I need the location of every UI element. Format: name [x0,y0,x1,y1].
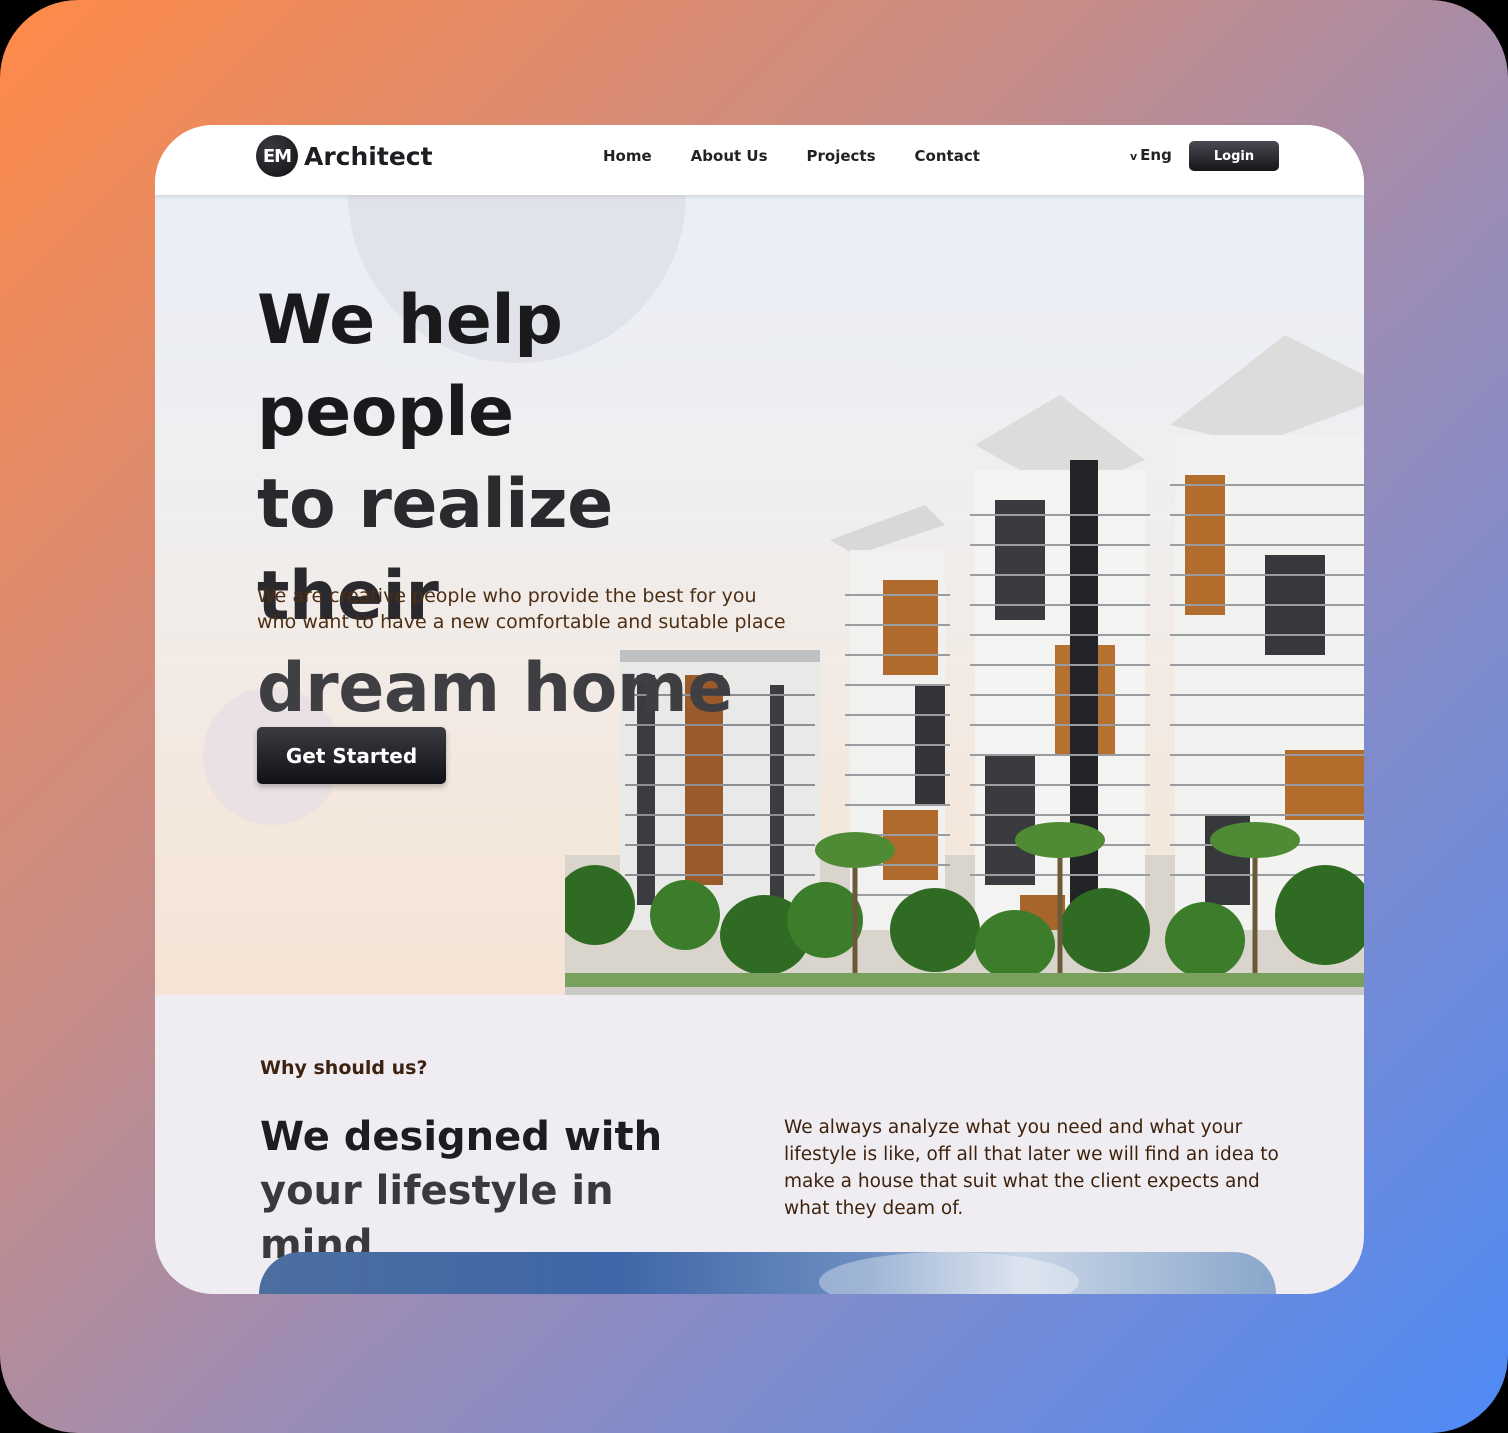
website-mockup: EM Architect Home About Us Projects Cont… [155,125,1364,1294]
hero-section: We help people to realize their dream ho… [155,195,1364,995]
main-nav: Home About Us Projects Contact [603,147,1019,165]
background-gradient: EM Architect Home About Us Projects Cont… [0,0,1508,1433]
sky-image [259,1252,1276,1294]
site-header: EM Architect Home About Us Projects Cont… [155,125,1364,195]
hero-headline: We help people to realize their dream ho… [257,275,817,735]
language-label: Eng [1140,146,1172,164]
headline-line-1: We help people [257,281,563,452]
nav-about-us[interactable]: About Us [691,147,768,165]
cloud-shape [819,1252,1079,1294]
logo[interactable]: EM Architect [256,134,433,178]
get-started-button[interactable]: Get Started [257,727,446,784]
logo-text: Architect [304,141,433,171]
section-title: We designed with your lifestyle in mind [260,1110,740,1272]
hero-subtitle: We are creative people who provide the b… [257,585,786,633]
section-description: We always analyze what you need and what… [784,1117,1279,1219]
nav-contact[interactable]: Contact [915,147,980,165]
nav-projects[interactable]: Projects [807,147,876,165]
chevron-down-icon: v [1130,150,1138,163]
nav-home[interactable]: Home [603,147,652,165]
section-label: Why should us? [260,1057,428,1079]
logo-badge: EM [256,135,298,177]
login-button[interactable]: Login [1189,141,1279,171]
headline-line-3: dream home [257,649,733,728]
section-title-line-1: We designed with [260,1114,663,1160]
language-selector[interactable]: v Eng [1130,146,1172,164]
